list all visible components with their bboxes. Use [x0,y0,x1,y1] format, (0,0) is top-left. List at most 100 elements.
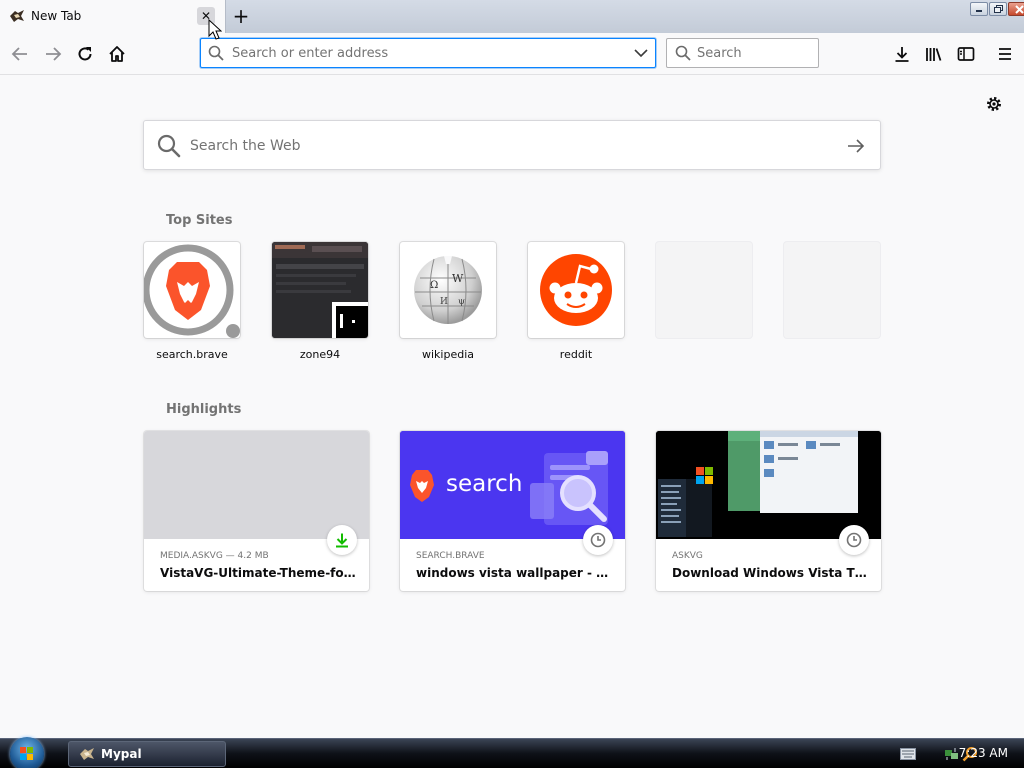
navigation-toolbar [0,33,1024,75]
tab-new-tab[interactable]: New Tab ✕ [0,0,226,33]
top-sites-heading: Top Sites [166,213,233,228]
top-site-zone94[interactable]: zone94 [272,242,368,361]
reddit-alien-icon [540,254,612,326]
search-icon [157,134,181,158]
top-site-label: zone94 [299,348,341,361]
svg-text:ψ: ψ [458,297,465,307]
highlight-image [144,431,369,539]
minimize-icon [976,10,982,12]
banner-search-text: search [446,471,523,497]
download-icon [895,47,909,62]
address-bar[interactable] [200,38,656,68]
clock-icon [846,532,862,548]
home-button[interactable] [103,40,131,68]
library-icon [926,48,942,61]
highlight-card[interactable]: search SEARCH.BRAVE windows vista wallpa… [400,431,625,591]
reload-button[interactable] [71,40,99,68]
sidebar-button[interactable] [952,40,980,68]
highlight-source: SEARCH.BRAVE [416,551,485,561]
highlight-image [656,431,881,539]
wikipedia-globe-icon: Ω W И ψ [414,256,482,324]
top-site-label: search.brave [156,348,228,361]
keyboard-icon[interactable] [900,748,916,760]
taskbar-button-mypal[interactable]: Mypal [68,741,226,767]
home-icon [109,46,125,62]
start-button[interactable] [10,737,44,768]
top-site-tile[interactable] [144,242,240,338]
search-bar[interactable] [666,38,819,68]
web-search-input[interactable] [190,135,830,157]
chevron-down-icon[interactable] [633,45,649,61]
search-go-button[interactable] [844,134,868,158]
window-controls [969,2,1024,18]
hamburger-menu-icon [999,48,1011,60]
reload-icon [78,47,92,61]
forward-button[interactable] [39,40,67,68]
highlight-card[interactable]: MEDIA.ASKVG — 4.2 MB VistaVG-Ultimate-Th… [144,431,369,591]
highlight-source: MEDIA.ASKVG — 4.2 MB [160,551,269,561]
highlight-card[interactable]: ASKVG Download Windows Vista Them... [656,431,881,591]
highlights-heading: Highlights [166,402,242,417]
top-site-label: wikipedia [421,348,474,361]
search-icon [675,45,691,61]
window-close-button[interactable] [1008,2,1024,16]
sidebar-icon [957,47,975,61]
forward-arrow-icon [46,47,62,61]
vista-desktop-screenshot [656,431,881,539]
svg-text:И: И [440,297,448,307]
arrow-right-icon [848,139,865,153]
download-icon [336,533,348,548]
top-site-placeholder [784,242,880,338]
back-button[interactable] [6,40,34,68]
windows-logo-icon [20,747,33,760]
top-site-tile[interactable]: Ω W И ψ [400,242,496,338]
gear-icon [987,97,1001,111]
top-site-tile[interactable] [528,242,624,338]
new-tab-button[interactable]: + [230,5,252,27]
web-search-box[interactable] [143,120,881,170]
taskbar-clock[interactable]: 7:23 AM [959,746,1008,760]
highlight-source: ASKVG [672,551,703,561]
top-site-placeholder [656,242,752,338]
top-site-search-brave[interactable]: search.brave [144,242,240,361]
top-site-empty [656,242,752,338]
tab-title: New Tab [31,9,82,23]
plus-icon: + [232,4,250,28]
highlight-badge [839,525,869,555]
minimize-button[interactable] [970,2,988,16]
library-button[interactable] [920,40,948,68]
highlight-title: VistaVG-Ultimate-Theme-for-W... [160,566,360,580]
top-site-tile[interactable] [272,242,368,338]
search-input[interactable] [697,43,813,63]
highlight-title: windows vista wallpaper - Brave... [416,566,616,580]
highlight-badge [583,525,613,555]
settings-button[interactable] [983,93,1005,115]
tab-strip: New Tab ✕ + [0,0,1024,33]
restore-icon [993,5,1003,13]
taskbar-button-label: Mypal [101,747,142,761]
close-icon [1014,4,1024,14]
network-icon[interactable] [944,747,960,761]
top-site-empty [784,242,880,338]
downloads-button[interactable] [888,40,916,68]
system-tray: 7:23 AM [874,739,1024,768]
zone94-screenshot [272,242,368,338]
address-input[interactable] [232,43,627,63]
top-site-reddit[interactable]: reddit [528,242,624,361]
back-arrow-icon [11,47,27,61]
windows-taskbar: Mypal 7:23 AM [0,737,1024,768]
new-tab-page: Top Sites search.brave [0,75,1024,738]
menu-button[interactable] [991,40,1019,68]
highlight-badge [327,525,357,555]
restore-button[interactable] [989,2,1007,16]
mypal-favicon-icon [10,10,24,22]
mypal-app-icon [80,748,94,760]
highlight-image: search [400,431,625,539]
svg-text:Ω: Ω [430,280,438,291]
highlight-title: Download Windows Vista Them... [672,566,872,580]
top-site-label: reddit [559,348,593,361]
brave-lion-icon [144,244,240,338]
top-site-wikipedia[interactable]: Ω W И ψ wikipedia [400,242,496,361]
mouse-cursor-icon [208,19,222,40]
search-icon [208,45,224,61]
